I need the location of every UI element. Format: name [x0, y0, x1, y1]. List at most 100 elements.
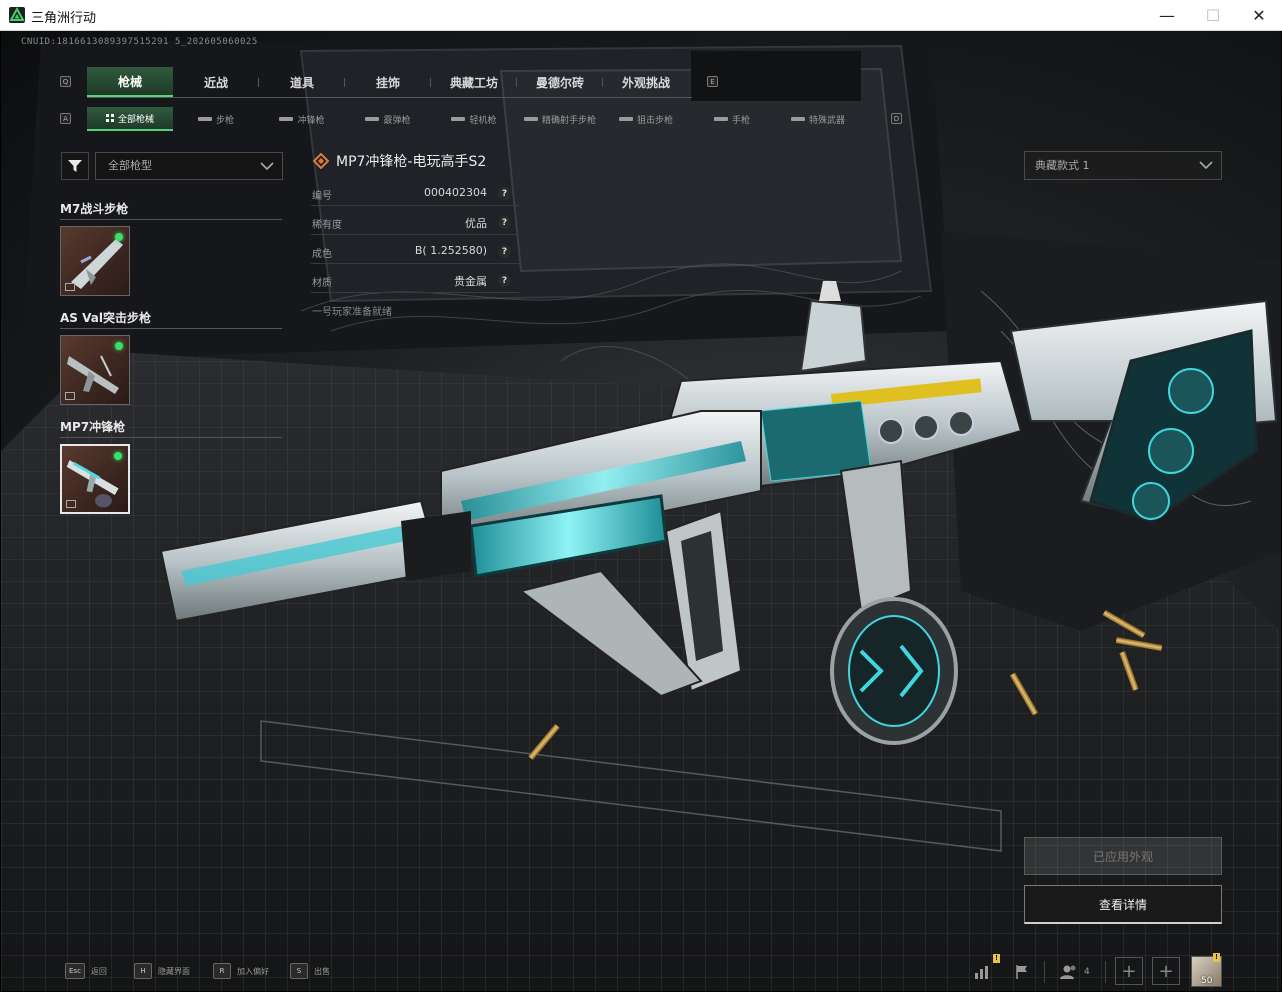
key-badge: H	[134, 963, 152, 979]
app-logo-icon	[9, 7, 25, 23]
subtab-shotguns[interactable]: 霰弹枪	[345, 107, 431, 131]
chevron-down-icon	[1199, 161, 1213, 170]
weapon-type-tabs: 全部枪械 步枪 冲锋枪 霰弹枪 轻机枪 精确射手步枪 狙击步枪 手枪 特殊武器	[87, 107, 861, 131]
minimize-button[interactable]: —	[1144, 0, 1190, 31]
key-badge: R	[213, 963, 231, 979]
tab-items[interactable]: 道具	[259, 67, 345, 97]
divider	[60, 328, 282, 329]
subtab-dmr[interactable]: 精确射手步枪	[517, 107, 603, 131]
info-value: 贵金属	[454, 275, 487, 288]
rarity-diamond-icon	[313, 153, 329, 169]
next-tab-key-hint[interactable]: E	[707, 76, 718, 87]
rifle-icon	[197, 117, 212, 121]
lmg-icon	[451, 117, 466, 121]
tab-guns[interactable]: 枪械	[87, 67, 173, 97]
flag-button[interactable]	[1007, 957, 1037, 987]
close-button[interactable]: ✕	[1236, 0, 1282, 31]
subtab-sniper[interactable]: 狙击步枪	[603, 107, 689, 131]
view-details-button[interactable]: 查看详情	[1024, 885, 1222, 924]
hint-back[interactable]: Esc 返回	[65, 962, 107, 980]
sniper-icon	[618, 117, 633, 121]
subtab-lmg[interactable]: 轻机枪	[431, 107, 517, 131]
chevron-down-icon	[260, 162, 274, 171]
key-badge: Esc	[65, 963, 85, 979]
friends-count: 4	[1084, 967, 1090, 977]
help-icon[interactable]: ?	[498, 216, 511, 229]
image-icon	[66, 500, 76, 508]
weapon-skin-name: MP7冲锋枪-电玩高手S2	[313, 151, 486, 171]
subtab-pistols[interactable]: 手枪	[689, 107, 775, 131]
applied-appearance-button[interactable]: 已应用外观	[1024, 837, 1222, 875]
divider	[60, 437, 282, 438]
add-teammate-button[interactable]: +	[1115, 957, 1143, 985]
info-key: 成色	[312, 249, 332, 260]
image-icon	[65, 283, 75, 291]
prev-subtab-key-hint[interactable]: A	[60, 113, 71, 124]
add-teammate-button[interactable]: +	[1152, 957, 1180, 985]
weapon-group-title: AS Val突击步枪	[60, 311, 151, 325]
maximize-button[interactable]: ☐	[1190, 0, 1236, 31]
window-titlebar: 三角洲行动 — ☐ ✕	[0, 0, 1282, 31]
info-value: B( 1.252580)	[414, 244, 487, 257]
weapon-skin-card[interactable]	[60, 335, 130, 405]
player-level: 50	[1201, 976, 1213, 986]
pistol-icon	[713, 117, 728, 121]
help-icon[interactable]: ?	[498, 274, 511, 287]
friends-button[interactable]	[1054, 957, 1084, 987]
info-row-material: 材质 贵金属 ?	[311, 266, 519, 293]
subtab-rifles[interactable]: 步枪	[173, 107, 259, 131]
filter-button[interactable]	[61, 152, 89, 180]
player-uid: CNUID:1816613089397515291 5_202605060025	[21, 37, 258, 47]
shotgun-icon	[365, 117, 380, 121]
filter-select-value: 全部枪型	[108, 159, 152, 172]
help-icon[interactable]: ?	[498, 245, 511, 258]
divider	[1044, 961, 1045, 983]
skin-flavor-text: 一号玩家准备就绪	[312, 307, 392, 318]
hint-label: 返回	[90, 966, 107, 976]
prev-tab-key-hint[interactable]: Q	[60, 76, 71, 87]
tab-charms[interactable]: 挂饰	[345, 67, 431, 97]
notification-badge: !	[1213, 953, 1220, 962]
info-value: 优品	[465, 217, 487, 230]
subtab-smg[interactable]: 冲锋枪	[259, 107, 345, 131]
divider	[1105, 961, 1106, 983]
special-weapon-icon	[790, 117, 805, 121]
filter-icon	[68, 160, 82, 172]
weapon-type-filter-select[interactable]: 全部枪型	[95, 152, 283, 180]
game-viewport: CNUID:1816613089397515291 5_202605060025…	[1, 31, 1281, 991]
help-icon[interactable]: ?	[498, 187, 511, 200]
info-row-rarity: 稀有度 优品 ?	[311, 208, 519, 235]
hint-hide-ui[interactable]: H 隐藏界面	[134, 962, 190, 980]
window-title: 三角洲行动	[31, 11, 97, 26]
tab-mandel-brick[interactable]: 曼德尔砖	[517, 67, 603, 97]
hint-label: 加入偏好	[237, 966, 269, 976]
info-key: 稀有度	[312, 220, 342, 231]
hint-add-favorite[interactable]: R 加入偏好	[213, 962, 269, 980]
hint-label: 出售	[314, 966, 330, 976]
subtab-all-guns[interactable]: 全部枪械	[87, 107, 173, 131]
owned-status-dot	[115, 342, 123, 350]
subtab-special[interactable]: 特殊武器	[775, 107, 861, 131]
dmr-icon	[523, 117, 538, 121]
tab-collection-workshop[interactable]: 典藏工坊	[431, 67, 517, 97]
tab-appearance-challenge[interactable]: 外观挑战	[603, 67, 689, 97]
bar-chart-icon	[975, 966, 988, 979]
weapon-skin-card-selected[interactable]	[60, 444, 130, 514]
flag-icon	[1016, 965, 1027, 979]
friends-icon	[1060, 965, 1076, 979]
tab-melee[interactable]: 近战	[173, 67, 259, 97]
divider	[60, 219, 282, 220]
notification-badge: !	[993, 954, 1000, 963]
info-key: 材质	[312, 278, 332, 289]
hint-sell[interactable]: S 出售	[290, 962, 330, 980]
info-row-condition: 成色 B( 1.252580) ?	[311, 237, 519, 264]
key-badge: S	[290, 963, 308, 979]
plus-icon: +	[1121, 960, 1137, 982]
grid-icon	[105, 114, 114, 122]
hint-label: 隐藏界面	[158, 966, 190, 976]
weapon-skin-card[interactable]	[60, 226, 130, 296]
owned-status-dot	[115, 233, 123, 241]
next-subtab-key-hint[interactable]: D	[891, 113, 902, 124]
collection-style-select[interactable]: 典藏款式 1	[1024, 151, 1222, 180]
style-select-value: 典藏款式 1	[1035, 159, 1090, 172]
